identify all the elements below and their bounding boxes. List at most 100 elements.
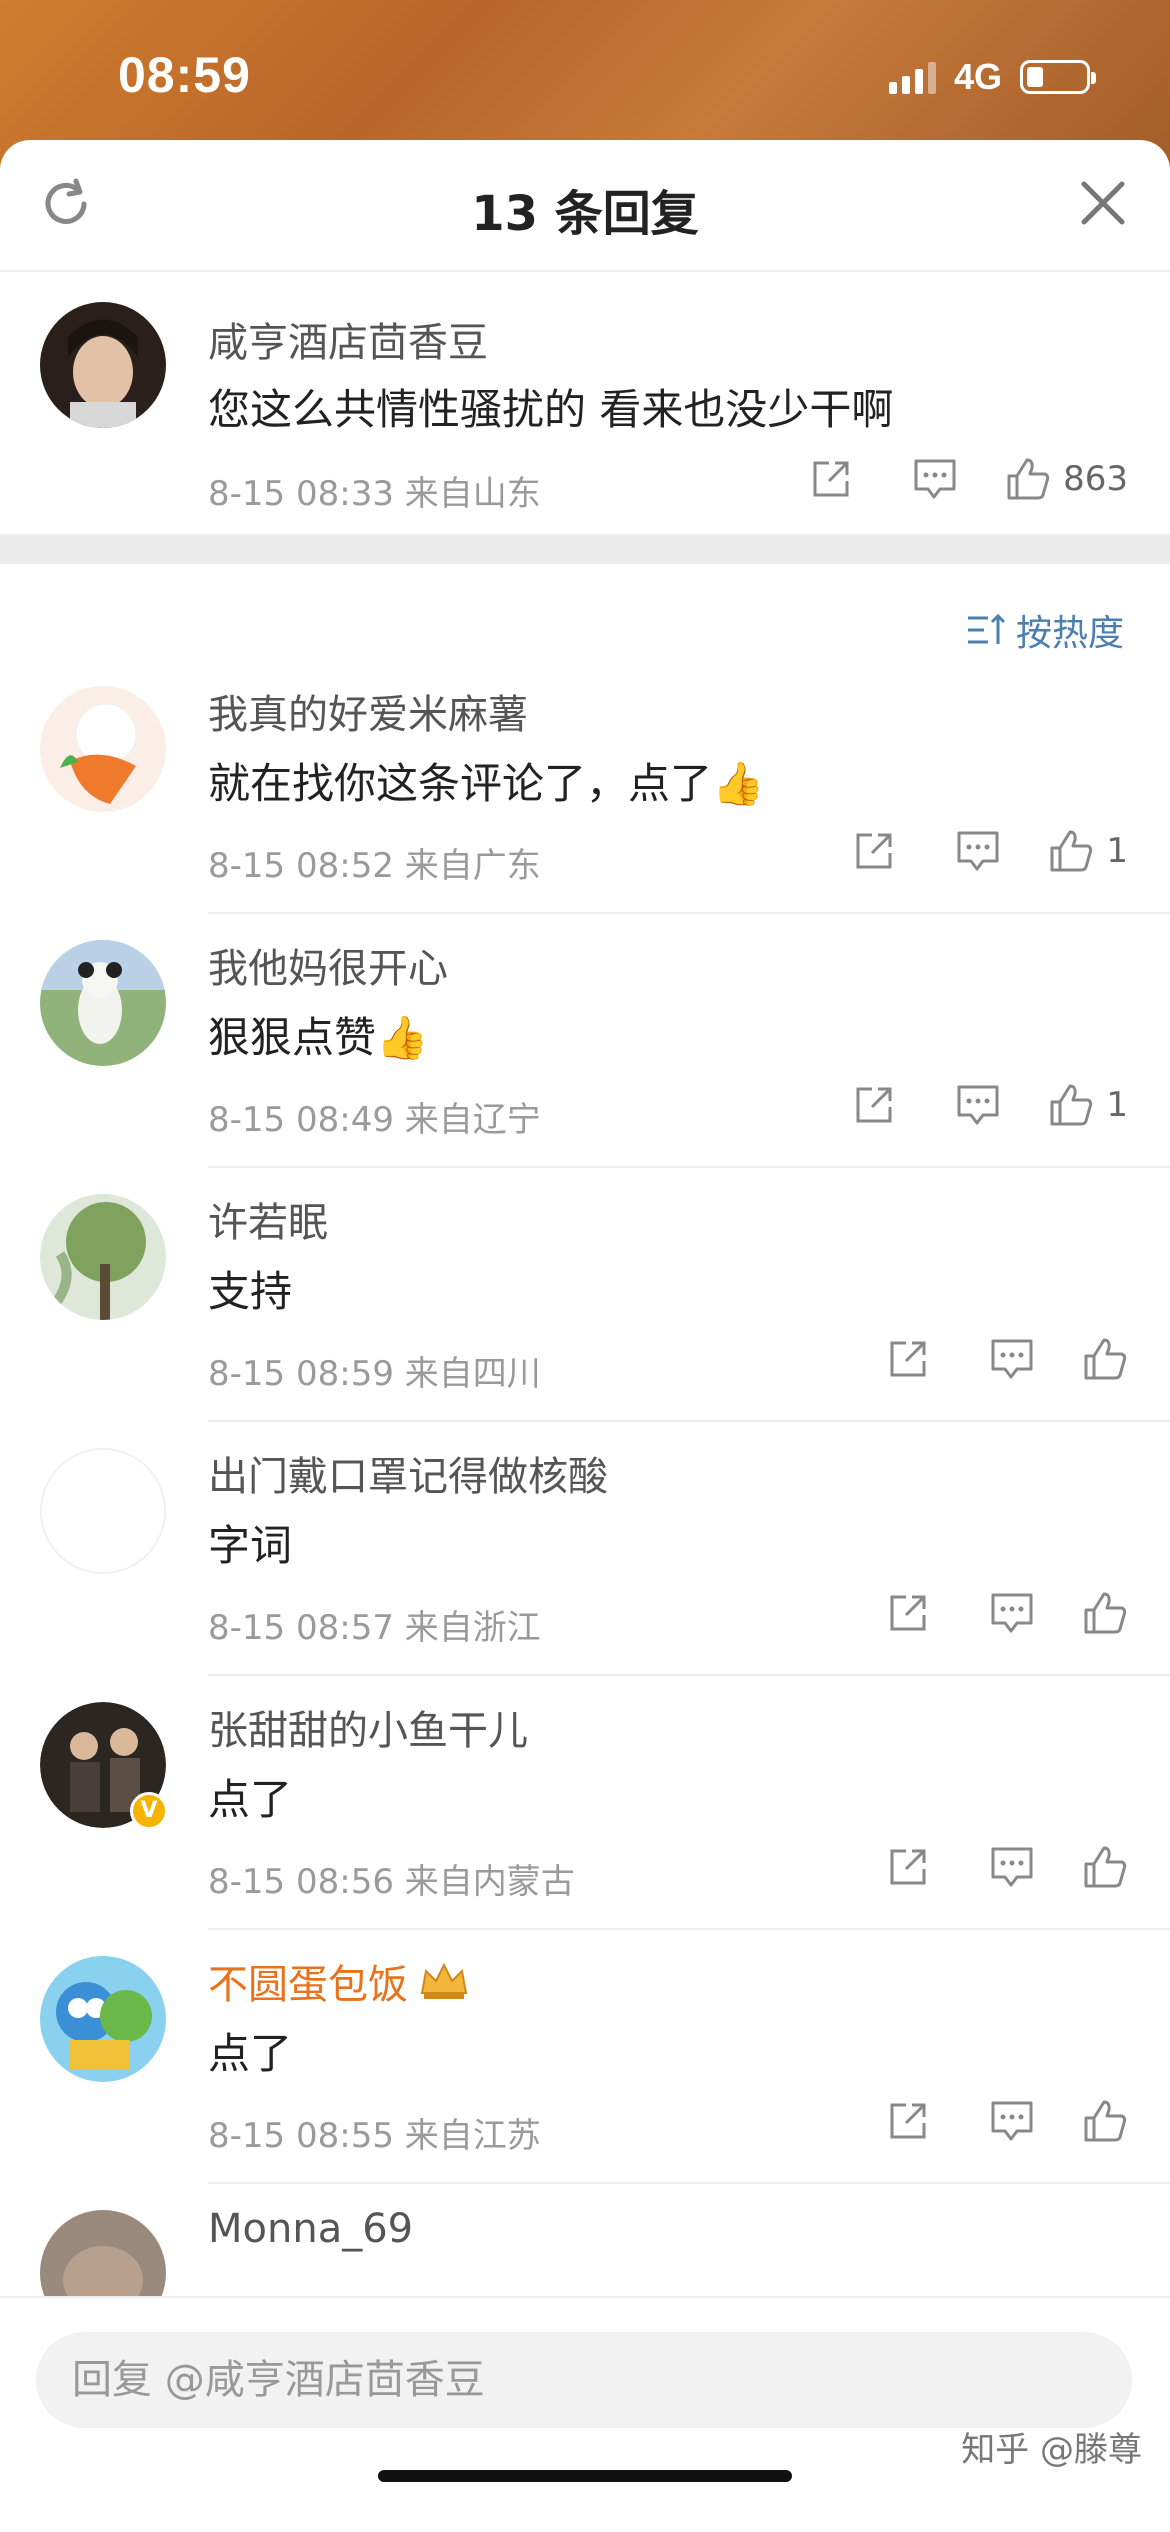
- thumbs-up-icon: [1050, 1084, 1093, 1126]
- watermark: 知乎 @滕尊: [961, 2430, 1142, 2470]
- comment-icon: [957, 831, 999, 871]
- list-item: 不圆蛋包饭 点了 8-15 08:55 来自江苏: [0, 1930, 1170, 2184]
- reply-input[interactable]: 回复 @咸亨酒店茴香豆: [36, 2332, 1132, 2428]
- reply-button[interactable]: [905, 457, 965, 501]
- like-button[interactable]: 1: [1048, 828, 1128, 874]
- reply-text: 就在找你这条评论了，点了👍: [208, 759, 765, 808]
- thumbs-up-icon: [1007, 458, 1050, 500]
- thumbs-up-icon: [1050, 830, 1093, 872]
- comment-icon: [957, 1085, 999, 1125]
- reply-author[interactable]: Monna_69: [208, 2206, 413, 2252]
- share-button[interactable]: [801, 457, 861, 501]
- share-icon: [890, 2103, 926, 2139]
- reply-button[interactable]: [982, 1845, 1042, 1889]
- like-count: 863: [1063, 459, 1128, 499]
- close-icon[interactable]: [1080, 180, 1126, 226]
- thumbs-up-icon: [1084, 1846, 1127, 1888]
- reply-author[interactable]: 我真的好爱米麻薯: [208, 682, 528, 740]
- sort-icon: [967, 613, 1006, 644]
- thumbs-up-icon: [1084, 2100, 1127, 2142]
- share-icon: [856, 833, 892, 869]
- reply-actions: 1: [844, 1082, 1128, 1128]
- share-icon: [813, 461, 849, 497]
- comment-icon: [991, 1339, 1033, 1379]
- avatar[interactable]: V: [40, 1702, 168, 1830]
- reply-author[interactable]: 张甜甜的小鱼干儿: [208, 1698, 528, 1756]
- avatar[interactable]: [40, 686, 166, 812]
- reply-actions: [878, 1844, 1128, 1890]
- reply-text: 狠狠点赞👍: [208, 1013, 429, 1062]
- list-item: V 张甜甜的小鱼干儿 点了 8-15 08:56 来自内蒙古: [0, 1676, 1170, 1930]
- thumbs-up-icon: [1084, 1592, 1127, 1634]
- avatar[interactable]: [40, 1448, 166, 1574]
- like-button[interactable]: 1: [1048, 1082, 1128, 1128]
- reply-button[interactable]: [982, 1591, 1042, 1635]
- share-icon: [856, 1087, 892, 1123]
- sheet-title: 13 条回复: [471, 186, 699, 242]
- signal-icon: [888, 60, 936, 94]
- list-item: 出门戴口罩记得做核酸 字词 8-15 08:57 来自浙江: [0, 1422, 1170, 1676]
- avatar[interactable]: [40, 1194, 166, 1320]
- like-button[interactable]: [1082, 1336, 1128, 1382]
- comment-icon: [991, 1593, 1033, 1633]
- avatar[interactable]: [40, 302, 166, 428]
- reply-button[interactable]: [948, 829, 1008, 873]
- reply-meta: 8-15 08:57 来自浙江: [208, 1608, 541, 1648]
- share-button[interactable]: [878, 1591, 938, 1635]
- reply-text: 点了: [208, 2029, 293, 2078]
- reply-text: 字词: [208, 1521, 293, 1570]
- like-button[interactable]: [1082, 1844, 1128, 1890]
- reply-meta: 8-15 08:59 来自四川: [208, 1354, 541, 1394]
- reply-button[interactable]: [982, 2099, 1042, 2143]
- reply-bar: 回复 @咸亨酒店茴香豆 知乎 @滕尊: [0, 2296, 1170, 2532]
- comment-icon: [991, 1847, 1033, 1887]
- comment-icon: [991, 2101, 1033, 2141]
- main-comment: 咸亨酒店茴香豆 您这么共情性骚扰的 看来也没少干啊 8-15 08:33 来自山…: [0, 272, 1170, 534]
- share-button[interactable]: [844, 829, 904, 873]
- like-button[interactable]: 863: [1005, 456, 1128, 502]
- reply-author[interactable]: 出门戴口罩记得做核酸: [208, 1444, 608, 1502]
- replies-sheet: 13 条回复 咸亨酒店茴香豆 您这么共情性骚扰的 看来也没少干啊 8-15 08…: [0, 140, 1170, 2532]
- reply-actions: [878, 1590, 1128, 1636]
- share-button[interactable]: [878, 1337, 938, 1381]
- reply-meta: 8-15 08:49 来自辽宁: [208, 1100, 541, 1140]
- list-item: 我真的好爱米麻薯 就在找你这条评论了，点了👍 8-15 08:52 来自广东 1: [0, 660, 1170, 914]
- like-count: 1: [1106, 1085, 1128, 1125]
- share-button[interactable]: [878, 1845, 938, 1889]
- status-time: 08:59: [118, 47, 251, 103]
- reply-actions: [878, 2098, 1128, 2144]
- reply-author[interactable]: 我他妈很开心: [208, 936, 448, 994]
- avatar[interactable]: [40, 1956, 166, 2082]
- share-icon: [890, 1341, 926, 1377]
- battery-icon: [1020, 60, 1096, 94]
- share-button[interactable]: [844, 1083, 904, 1127]
- reply-author[interactable]: 不圆蛋包饭: [208, 1952, 470, 2010]
- section-divider: [0, 534, 1170, 564]
- home-indicator[interactable]: [378, 2470, 792, 2482]
- avatar[interactable]: [40, 940, 166, 1066]
- reply-author[interactable]: 许若眠: [208, 1190, 328, 1248]
- reply-button[interactable]: [948, 1083, 1008, 1127]
- comment-meta: 8-15 08:33 来自山东: [208, 474, 541, 514]
- comment-icon: [914, 459, 956, 499]
- reply-button[interactable]: [982, 1337, 1042, 1381]
- sort-button[interactable]: 按热度: [966, 604, 1124, 656]
- reply-actions: 1: [844, 828, 1128, 874]
- share-button[interactable]: [878, 2099, 938, 2143]
- reply-author-name: 不圆蛋包饭: [208, 1962, 408, 2008]
- comment-author[interactable]: 咸亨酒店茴香豆: [208, 310, 488, 368]
- reply-actions: [878, 1336, 1128, 1382]
- reply-text: 点了: [208, 1775, 293, 1824]
- reply-text: 支持: [208, 1267, 293, 1316]
- like-count: 1: [1106, 831, 1128, 871]
- share-icon: [890, 1849, 926, 1885]
- comment-text: 您这么共情性骚扰的 看来也没少干啊: [208, 385, 894, 434]
- network-type: 4G: [953, 56, 1002, 97]
- comment-actions: 863: [801, 456, 1128, 502]
- like-button[interactable]: [1082, 1590, 1128, 1636]
- like-button[interactable]: [1082, 2098, 1128, 2144]
- share-icon: [890, 1595, 926, 1631]
- reply-meta: 8-15 08:56 来自内蒙古: [208, 1862, 575, 1902]
- reply-meta: 8-15 08:55 来自江苏: [208, 2116, 541, 2156]
- thumbs-up-icon: [1084, 1338, 1127, 1380]
